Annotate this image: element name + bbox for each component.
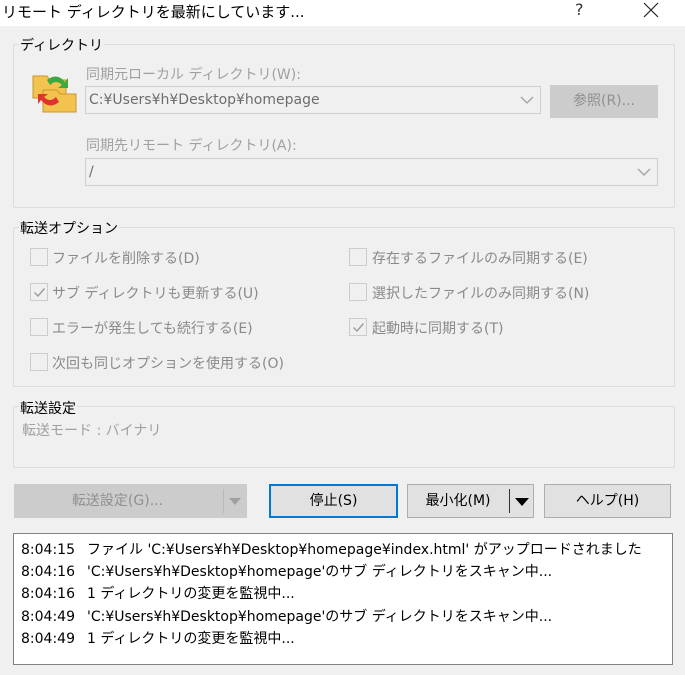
- chevron-down-icon[interactable]: [520, 95, 534, 105]
- directory-group-label: ディレクトリ: [19, 35, 105, 55]
- checkmark-icon: [353, 323, 365, 333]
- help-button[interactable]: ヘルプ(H): [544, 484, 671, 518]
- browse-button[interactable]: 参照(R)...: [550, 85, 658, 118]
- folder-sync-icon: [29, 66, 77, 114]
- log-entry: 8:04:49 'C:¥Users¥h¥Desktop¥homepage'のサブ …: [21, 606, 552, 626]
- transfer-settings-label: 転送設定: [19, 398, 77, 418]
- existing-files-only-label[interactable]: 存在するファイルのみ同期する(E): [372, 248, 588, 268]
- update-subdirectories-label[interactable]: サブ ディレクトリも更新する(U): [52, 283, 259, 303]
- continue-on-error-checkbox[interactable]: [30, 318, 48, 336]
- help-title-button[interactable]: ?: [575, 0, 584, 19]
- log-entry: 8:04:49 1 ディレクトリの変更を監視中...: [21, 628, 295, 648]
- log-message: 'C:¥Users¥h¥Desktop¥homepage'のサブ ディレクトリを…: [87, 564, 553, 580]
- log-entry: 8:04:16 1 ディレクトリの変更を監視中...: [21, 583, 295, 603]
- transfer-settings-button[interactable]: 転送設定(G)...: [14, 484, 247, 518]
- log-time: 8:04:49: [21, 631, 75, 647]
- minimize-button[interactable]: 最小化(M): [407, 484, 534, 518]
- close-icon: [643, 2, 659, 18]
- chevron-down-icon[interactable]: [229, 498, 241, 506]
- remote-directory-value: /: [89, 164, 94, 180]
- checkmark-icon: [34, 288, 46, 298]
- local-directory-label: 同期元ローカル ディレクトリ(W):: [86, 67, 301, 83]
- window-title: リモート ディレクトリを最新にしています...: [2, 3, 305, 21]
- continue-on-error-label[interactable]: エラーが発生しても続行する(E): [52, 318, 253, 338]
- log-message: ファイル 'C:¥Users¥h¥Desktop¥homepage¥index.…: [87, 542, 642, 558]
- remote-directory-combo[interactable]: /: [85, 158, 658, 186]
- sync-on-start-label[interactable]: 起動時に同期する(T): [372, 318, 503, 338]
- log-time: 8:04:49: [21, 609, 75, 625]
- local-directory-value: C:¥Users¥h¥Desktop¥homepage: [89, 92, 320, 108]
- reuse-options-checkbox[interactable]: [30, 353, 48, 371]
- log-list[interactable]: 8:04:15 ファイル 'C:¥Users¥h¥Desktop¥homepage…: [13, 533, 673, 665]
- log-time: 8:04:16: [21, 586, 75, 602]
- selected-files-only-label[interactable]: 選択したファイルのみ同期する(N): [372, 283, 589, 303]
- title-bar: リモート ディレクトリを最新にしています... ?: [0, 0, 685, 26]
- transfer-settings-dropdown-divider: [223, 489, 224, 513]
- transfer-options-label: 転送オプション: [19, 218, 119, 238]
- selected-files-only-checkbox[interactable]: [349, 283, 367, 301]
- log-time: 8:04:16: [21, 564, 75, 580]
- reuse-options-label[interactable]: 次回も同じオプションを使用する(O): [52, 353, 284, 373]
- remote-directory-label: 同期先リモート ディレクトリ(A):: [86, 138, 297, 154]
- browse-button-label: 参照(R)...: [572, 93, 635, 109]
- log-message: 1 ディレクトリの変更を監視中...: [87, 631, 295, 647]
- help-button-label: ヘルプ(H): [575, 493, 640, 509]
- sync-on-start-checkbox[interactable]: [349, 318, 367, 336]
- chevron-down-icon[interactable]: [515, 498, 529, 507]
- log-entry: 8:04:16 'C:¥Users¥h¥Desktop¥homepage'のサブ …: [21, 561, 552, 581]
- chevron-down-icon[interactable]: [637, 167, 651, 177]
- log-message: 1 ディレクトリの変更を監視中...: [87, 586, 295, 602]
- minimize-button-label: 最小化(M): [425, 493, 491, 509]
- log-entry: 8:04:15 ファイル 'C:¥Users¥h¥Desktop¥homepage…: [21, 539, 642, 559]
- delete-files-checkbox[interactable]: [30, 248, 48, 266]
- log-message: 'C:¥Users¥h¥Desktop¥homepage'のサブ ディレクトリを…: [87, 609, 553, 625]
- local-directory-combo[interactable]: C:¥Users¥h¥Desktop¥homepage: [85, 86, 541, 114]
- minimize-dropdown-divider: [509, 489, 510, 513]
- stop-button-label: 停止(S): [309, 493, 358, 509]
- delete-files-label[interactable]: ファイルを削除する(D): [52, 248, 200, 268]
- transfer-settings-button-label: 転送設定(G)...: [71, 493, 164, 509]
- close-button[interactable]: [636, 0, 666, 23]
- update-subdirectories-checkbox[interactable]: [30, 283, 48, 301]
- existing-files-only-checkbox[interactable]: [349, 248, 367, 266]
- stop-button[interactable]: 停止(S): [269, 484, 398, 518]
- log-time: 8:04:15: [21, 542, 75, 558]
- transfer-mode-text: 転送モード : バイナリ: [22, 423, 162, 439]
